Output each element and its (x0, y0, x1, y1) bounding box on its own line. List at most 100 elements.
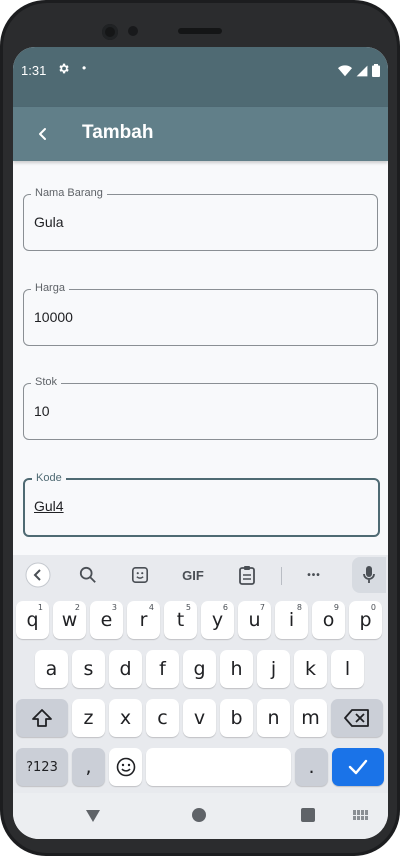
key-r[interactable]: r4 (127, 601, 160, 639)
key-i[interactable]: i8 (275, 601, 308, 639)
phone-frame: 1:31 • Tambah Nama Barang Gula Harga 100… (0, 0, 400, 856)
key-o[interactable]: o9 (312, 601, 345, 639)
nama-barang-field[interactable]: Nama Barang Gula (23, 187, 378, 251)
status-bar: 1:31 • (13, 47, 388, 107)
key-v[interactable]: v (183, 699, 216, 737)
back-arrow-icon (39, 128, 46, 140)
key-label: . (308, 756, 315, 778)
recents-nav-button[interactable] (301, 808, 315, 822)
key-q[interactable]: q1 (16, 601, 49, 639)
soft-keyboard: GIF ••• q1 w2 e3 r4 t5 y6 u7 i8 o 9 p 0 … (13, 555, 388, 793)
key-a[interactable]: a (35, 650, 68, 688)
space-key[interactable] (146, 748, 291, 786)
collapse-toolbar-button[interactable] (25, 562, 51, 588)
key-label: r (139, 609, 148, 631)
signal-icon (356, 65, 368, 76)
key-label: g (193, 658, 206, 680)
key-l[interactable]: l (331, 650, 364, 688)
key-z[interactable]: z (72, 699, 105, 737)
key-hint: 6 (222, 603, 228, 612)
clipboard-icon (239, 566, 255, 585)
sticker-button[interactable] (127, 562, 153, 588)
key-label: , (85, 756, 92, 778)
key-k[interactable]: k (294, 650, 327, 688)
shift-key[interactable] (16, 699, 68, 737)
field-label: Harga (31, 282, 69, 294)
period-key[interactable]: . (295, 748, 328, 786)
key-label: d (119, 658, 132, 680)
clipboard-button[interactable] (234, 562, 260, 588)
front-camera (102, 24, 118, 40)
key-g[interactable]: g (183, 650, 216, 688)
page-title: Tambah (82, 122, 154, 143)
field-value: 10 (34, 403, 50, 419)
key-hint: 2 (74, 603, 80, 612)
key-label: y (211, 609, 224, 631)
key-c[interactable]: c (146, 699, 179, 737)
search-button[interactable] (75, 562, 101, 588)
emoji-key[interactable] (109, 748, 142, 786)
toolbar-divider (281, 567, 282, 585)
key-label: m (301, 707, 320, 729)
key-j[interactable]: j (257, 650, 290, 688)
key-label: i (288, 609, 295, 631)
key-d[interactable]: d (109, 650, 142, 688)
key-w[interactable]: w2 (53, 601, 86, 639)
shift-icon (32, 709, 52, 727)
comma-key[interactable]: , (72, 748, 105, 786)
back-nav-button[interactable] (83, 806, 103, 826)
key-label: z (83, 707, 94, 729)
key-p[interactable]: p0 (349, 601, 382, 639)
key-h[interactable]: h (220, 650, 253, 688)
key-u[interactable]: u7 (238, 601, 271, 639)
gif-button[interactable]: GIF (179, 562, 207, 588)
key-label: c (157, 707, 168, 729)
back-button[interactable] (29, 120, 57, 148)
key-label: e (100, 609, 113, 631)
field-label: Kode (32, 472, 66, 484)
field-label: Nama Barang (31, 187, 107, 199)
field-label: Stok (31, 376, 62, 388)
screen: 1:31 • Tambah Nama Barang Gula Harga 100… (13, 47, 388, 839)
home-nav-button[interactable] (192, 808, 206, 822)
key-hint: 8 (296, 603, 302, 612)
key-m[interactable]: m (294, 699, 327, 737)
enter-key[interactable] (332, 748, 384, 786)
earpiece-speaker (178, 28, 222, 34)
harga-field[interactable]: Harga 10000 (23, 282, 378, 346)
key-hint: 5 (185, 603, 191, 612)
check-icon (348, 759, 368, 775)
key-f[interactable]: f (146, 650, 179, 688)
proximity-sensor (128, 26, 138, 36)
key-label: k (304, 658, 316, 680)
voice-input-button[interactable] (352, 557, 386, 593)
chevron-left-icon (25, 562, 51, 588)
key-n[interactable]: n (257, 699, 290, 737)
key-y[interactable]: y6 (201, 601, 234, 639)
kode-field[interactable]: Kode Gul4 (23, 472, 380, 537)
field-value: 10000 (34, 309, 73, 325)
field-value: Gul4 (34, 498, 64, 514)
key-label: j (270, 658, 277, 680)
keyboard-switch-icon[interactable] (353, 810, 369, 820)
status-icons (338, 64, 380, 77)
more-button[interactable]: ••• (301, 562, 327, 588)
stok-field[interactable]: Stok 10 (23, 376, 378, 440)
key-b[interactable]: b (220, 699, 253, 737)
symbols-key[interactable]: ?123 (16, 748, 68, 786)
key-t[interactable]: t5 (164, 601, 197, 639)
key-hint: 9 (333, 603, 339, 612)
key-label: n (267, 707, 280, 729)
key-label: f (159, 658, 166, 680)
key-label: q (26, 609, 39, 631)
more-label: ••• (307, 569, 321, 581)
sticker-icon (131, 566, 149, 584)
keyboard-toolbar: GIF ••• (13, 555, 388, 595)
key-x[interactable]: x (109, 699, 142, 737)
key-s[interactable]: s (72, 650, 105, 688)
triangle-down-icon (86, 810, 100, 822)
wifi-icon (338, 64, 352, 76)
key-e[interactable]: e3 (90, 601, 123, 639)
key-label: l (344, 658, 351, 680)
backspace-key[interactable] (331, 699, 383, 737)
